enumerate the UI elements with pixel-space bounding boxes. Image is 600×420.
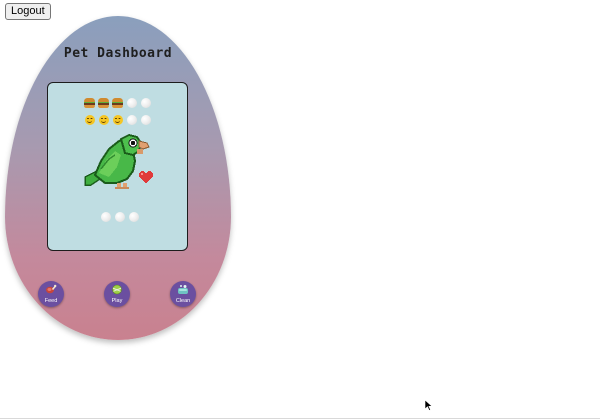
heart-icon (139, 171, 153, 183)
empty-slot-icon (126, 97, 137, 108)
burger-icon (98, 97, 109, 108)
smiley-icon (98, 114, 109, 125)
soap-icon (178, 285, 188, 294)
feed-button[interactable]: Feed (38, 281, 64, 307)
mouse-cursor-icon (425, 400, 433, 411)
cleanliness-meter (99, 210, 140, 223)
smiley-icon (84, 114, 95, 125)
empty-slot-icon (140, 114, 151, 125)
clean-button[interactable]: Clean (170, 281, 196, 307)
bubble-icon (128, 211, 139, 222)
empty-slot-icon (126, 114, 137, 125)
smiley-icon (112, 114, 123, 125)
feed-label: Feed (44, 298, 58, 304)
pet-device-shell: Pet Dashboard Feed Play Clean (5, 16, 231, 340)
burger-icon (84, 97, 95, 108)
empty-slot-icon (140, 97, 151, 108)
pet-screen (47, 82, 188, 251)
hunger-meter (83, 96, 152, 109)
burger-icon (112, 97, 123, 108)
play-label: Play (111, 298, 123, 304)
meat-icon (46, 284, 57, 294)
play-button[interactable]: Play (104, 281, 130, 307)
ball-icon (112, 284, 122, 295)
page-title: Pet Dashboard (63, 46, 173, 61)
logout-button[interactable]: Logout (5, 3, 51, 20)
page-divider (0, 418, 600, 419)
parrot-pet-icon (84, 133, 150, 189)
happiness-meter (83, 113, 152, 126)
bubble-icon (114, 211, 125, 222)
clean-label: Clean (175, 298, 191, 304)
bubble-icon (100, 211, 111, 222)
